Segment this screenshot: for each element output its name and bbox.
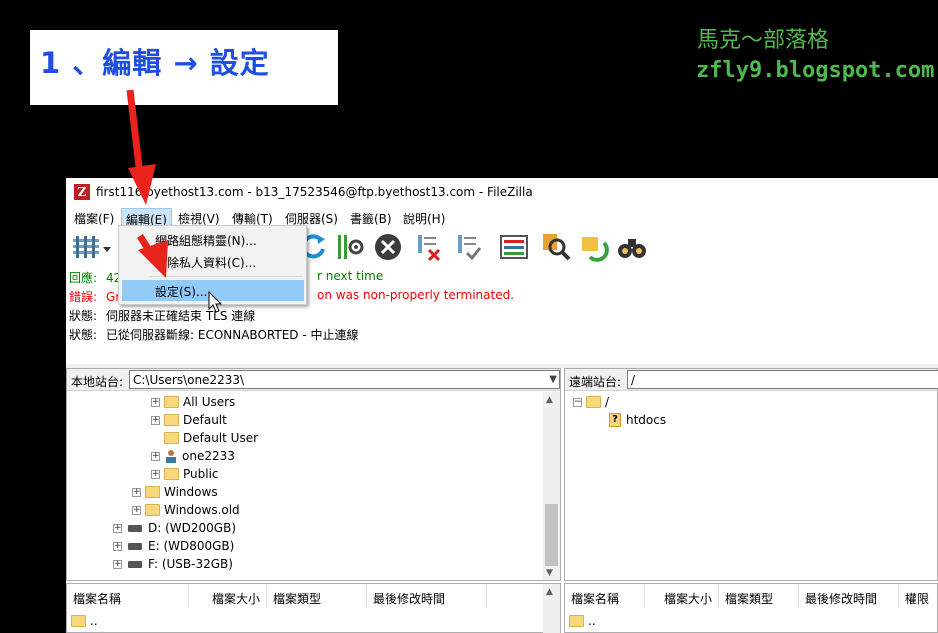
remote-site-bar: 遠端站台: /	[565, 369, 938, 391]
menu-bar: 檔案(F) 編輯(E) 檢視(V) 傳輸(T) 伺服器(S) 書籤(B) 說明(…	[66, 206, 938, 227]
tree-item[interactable]: + D: (WD200GB)	[113, 519, 236, 537]
menu-item-clear-private-data[interactable]: 清除私人資料(C)...	[122, 251, 304, 272]
local-site-bar: 本地站台: C:\Users\one2233\ ▼	[67, 369, 560, 391]
column-header-type[interactable]: 檔案類型	[719, 584, 799, 608]
scroll-thumb[interactable]	[545, 504, 558, 566]
file-row-parent[interactable]: ..	[569, 614, 596, 628]
unknown-folder-icon: ?	[609, 413, 621, 427]
folder-icon	[145, 486, 160, 498]
blog-url: zfly9.blogspot.com	[696, 58, 935, 83]
column-header-name[interactable]: 檔案名稱	[565, 584, 645, 608]
drive-icon	[128, 524, 142, 532]
remote-tree-panel: 遠端站台: / − / ? htdocs	[564, 368, 938, 581]
local-file-scrollbar[interactable]: ▲	[543, 584, 560, 633]
user-folder-icon	[166, 450, 176, 463]
tree-item[interactable]: − /	[573, 393, 609, 411]
step-annotation-text: 1 、編輯 → 設定	[40, 46, 270, 80]
disconnect-icon[interactable]	[412, 231, 444, 263]
folder-icon	[586, 396, 601, 408]
expand-icon: +	[151, 468, 160, 479]
folder-icon	[164, 432, 179, 444]
tree-item[interactable]: + Windows.old	[132, 501, 240, 519]
folder-icon	[71, 615, 86, 627]
local-tree-panel: 本地站台: C:\Users\one2233\ ▼ + All Users + Def…	[66, 368, 561, 581]
drive-icon	[128, 560, 142, 568]
tree-item[interactable]: ? htdocs	[609, 411, 666, 429]
remote-path-input[interactable]: /	[627, 370, 938, 389]
binoculars-icon[interactable]	[616, 231, 648, 263]
tree-item[interactable]: Default User	[164, 429, 258, 447]
menu-separator	[149, 276, 303, 277]
menu-file[interactable]: 檔案(F)	[70, 208, 118, 226]
folder-icon	[164, 396, 179, 408]
menu-help[interactable]: 說明(H)	[399, 208, 449, 226]
log-line: 狀態: 伺服器未正確結束 TLS 連線	[69, 309, 256, 323]
expand-icon: +	[132, 486, 141, 497]
site-manager-icon[interactable]	[70, 231, 102, 263]
tree-item[interactable]: + Public	[151, 465, 219, 483]
local-path-input[interactable]: C:\Users\one2233\ ▼	[129, 370, 560, 389]
tree-item[interactable]: + one2233	[151, 447, 235, 465]
folder-icon	[569, 615, 584, 627]
local-site-label: 本地站台:	[71, 375, 124, 389]
column-header-modified[interactable]: 最後修改時間	[367, 584, 487, 608]
local-file-list: 檔案名稱 檔案大小 檔案類型 最後修改時間 .. ▲	[66, 583, 561, 633]
menu-edit[interactable]: 編輯(E)	[121, 208, 172, 227]
column-header-size[interactable]: 檔案大小	[645, 584, 719, 608]
expand-icon: +	[151, 450, 160, 461]
expand-icon: +	[113, 558, 122, 569]
edit-menu-dropdown: 網路組態精靈(N)... 清除私人資料(C)... 設定(S)...	[118, 225, 307, 305]
step-annotation-box: 1 、編輯 → 設定	[30, 30, 338, 105]
folder-icon	[164, 414, 179, 426]
search-icon[interactable]	[540, 231, 572, 263]
file-row-parent[interactable]: ..	[71, 614, 98, 628]
title-bar: Z first116.byethost13.com - b13_17523546…	[66, 178, 938, 206]
site-manager-dropdown-icon[interactable]	[102, 231, 112, 263]
sync-browse-icon[interactable]	[578, 231, 610, 263]
menu-bookmarks[interactable]: 書籤(B)	[346, 208, 396, 226]
column-header-modified[interactable]: 最後修改時間	[799, 584, 899, 608]
column-header-type[interactable]: 檔案類型	[267, 584, 367, 608]
remote-site-label: 遠端站台:	[569, 375, 622, 389]
remote-file-list: 檔案名稱 檔案大小 檔案類型 最後修改時間 權限 ..	[564, 583, 938, 633]
local-tree-scrollbar[interactable]: ▲ ▼	[543, 392, 560, 580]
process-queue-icon[interactable]	[334, 231, 366, 263]
log-line: 錯誤: Gr on was non-properly terminated.	[69, 288, 515, 304]
column-header-size[interactable]: 檔案大小	[189, 584, 267, 608]
expand-icon: +	[113, 522, 122, 533]
tree-item[interactable]: + E: (WD800GB)	[113, 537, 234, 555]
reconnect-icon[interactable]	[452, 231, 484, 263]
menu-server[interactable]: 伺服器(S)	[281, 208, 342, 226]
window-title: first116.byethost13.com - b13_17523546@f…	[96, 185, 533, 199]
drive-icon	[128, 542, 142, 550]
collapse-icon: −	[573, 396, 582, 407]
folder-icon	[164, 468, 179, 480]
menu-view[interactable]: 檢視(V)	[174, 208, 224, 226]
expand-icon: +	[113, 540, 122, 551]
blog-title: 馬克～部落格	[697, 28, 830, 53]
column-header-permissions[interactable]: 權限	[899, 584, 938, 608]
expand-icon: +	[151, 414, 160, 425]
tree-item[interactable]: + All Users	[151, 393, 235, 411]
cancel-icon[interactable]	[372, 231, 404, 263]
expand-icon: +	[132, 504, 141, 515]
tree-item[interactable]: + Windows	[132, 483, 218, 501]
menu-item-settings[interactable]: 設定(S)...	[122, 280, 304, 301]
menu-transfer[interactable]: 傳輸(T)	[228, 208, 277, 226]
tree-item[interactable]: + Default	[151, 411, 227, 429]
log-line: 狀態: 已從伺服器斷線: ECONNABORTED - 中止連線	[69, 328, 359, 342]
tree-item[interactable]: + F: (USB-32GB)	[113, 555, 233, 573]
scroll-up-icon: ▲	[546, 395, 553, 405]
scroll-up-icon: ▲	[546, 587, 553, 597]
scroll-down-icon: ▼	[546, 568, 553, 578]
folder-icon	[145, 504, 160, 516]
chevron-down-icon[interactable]: ▼	[549, 374, 557, 385]
filezilla-logo-icon: Z	[74, 184, 90, 200]
column-header-name[interactable]: 檔案名稱	[67, 584, 189, 608]
expand-icon: +	[151, 396, 160, 407]
filter-icon[interactable]	[498, 231, 530, 263]
menu-item-network-wizard[interactable]: 網路組態精靈(N)...	[122, 229, 304, 250]
log-line: 回應: 42 r next time	[69, 269, 384, 285]
